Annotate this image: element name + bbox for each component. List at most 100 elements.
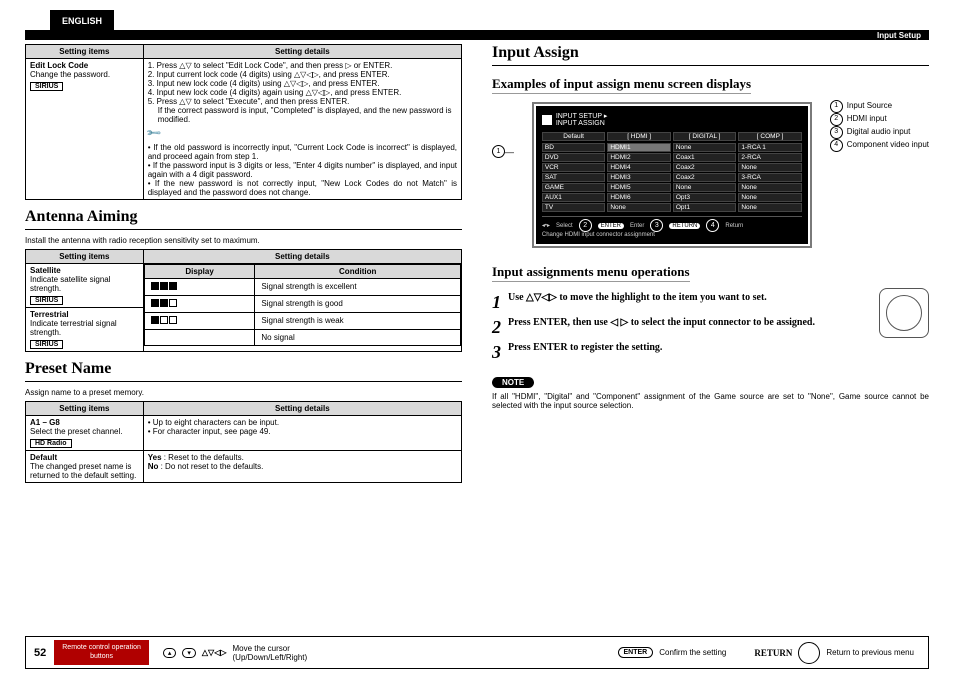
return-text: Return to previous menu [826, 648, 914, 657]
preset-r1: A1 – G8Select the preset channel.HD Radi… [26, 416, 144, 451]
top-bar: ENGLISH [25, 10, 929, 30]
osd-footer: ◂•▸Select2 ENTEREnter3 RETURN4Return [542, 216, 802, 232]
signal-bars-icon [151, 299, 177, 307]
osd-header-row: Default [ HDMI ] [ DIGITAL ] [ COMP ] [542, 131, 802, 142]
osd-cell: Opt1 [673, 203, 737, 212]
preset-r2-det: Yes : Reset to the defaults.No : Do not … [143, 451, 461, 483]
footer-bar: 52 Remote control operationbuttons ▴ ▾ △… [25, 636, 929, 669]
osd-cell: None [738, 183, 802, 192]
osd-cell: None [607, 203, 671, 212]
cond: Signal strength is excellent [255, 279, 461, 296]
antenna-table: Setting itemsSetting details SatelliteIn… [25, 249, 462, 352]
antenna-terr-cell: TerrestrialIndicate terrestrial signal s… [26, 308, 144, 352]
lock-item-cell: Edit Lock Code Change the password. SIRI… [26, 59, 144, 200]
osd-foot-lbl: Enter [630, 223, 644, 229]
header-bar: Input Setup [25, 30, 929, 40]
th: Display [144, 265, 255, 279]
osd-cell: VCR [542, 163, 606, 172]
edit-lock-table: Setting itemsSetting details Edit Lock C… [25, 44, 462, 200]
osd-cell: SAT [542, 173, 606, 182]
osd-breadcrumb: INPUT SETUP ▸ [556, 112, 608, 120]
preset-table: Setting itemsSetting details A1 – G8Sele… [25, 401, 462, 483]
antenna-heading: Antenna Aiming [25, 208, 462, 226]
legend-text: Component video input [847, 139, 929, 152]
return-button-icon [798, 642, 820, 664]
osd-cell: HDMI5 [607, 183, 671, 192]
osd-cell: DVD [542, 153, 606, 162]
preset-r2: DefaultThe changed preset name is return… [26, 451, 144, 483]
osd-head: Default [542, 132, 606, 141]
osd-cell: HDMI2 [607, 153, 671, 162]
sirius-badge: SIRIUS [30, 340, 63, 349]
osd-cell: HDMI6 [607, 193, 671, 202]
button-a-icon: ▴ [163, 648, 177, 658]
osd-cell: GAME [542, 183, 606, 192]
input-assign-heading: Input Assign [492, 44, 929, 62]
lock-details-cell: 1. Press △▽ to select "Edit Lock Code", … [143, 59, 461, 200]
footer-red-label: Remote control operationbuttons [54, 640, 149, 665]
osd-cell: TV [542, 203, 606, 212]
legend-num: 3 [830, 126, 843, 139]
osd-cell: None [738, 193, 802, 202]
operations-subheading: Input assignments menu operations [492, 264, 690, 282]
osd-head: [ DIGITAL ] [673, 132, 737, 141]
lock-bullet: • If the password input is 3 digits or l… [148, 161, 457, 179]
desc: Indicate terrestrial signal strength. [30, 319, 117, 337]
cond: No signal [255, 330, 461, 346]
step-text: Press ENTER, then use ◁ ▷ to select the … [508, 317, 861, 328]
osd-cell: Coax2 [673, 173, 737, 182]
osd-foot-lbl: Select [556, 223, 573, 229]
osd-icon [542, 115, 552, 125]
enter-button-icon: ENTER [618, 647, 654, 658]
opt-t: : Do not reset to the defaults. [158, 462, 263, 471]
antenna-intro: Install the antenna with radio reception… [25, 236, 462, 245]
preset-r1-det: • Up to eight characters can be input. •… [143, 416, 461, 451]
cond: Signal strength is good [255, 296, 461, 313]
remote-dpad-icon [879, 288, 929, 338]
preset-heading: Preset Name [25, 360, 462, 378]
th-details: Setting details [143, 45, 461, 59]
label: Satellite [30, 266, 61, 275]
lock-step: 2. Input current lock code (4 digits) us… [148, 70, 457, 79]
antenna-sat-cell: SatelliteIndicate satellite signal stren… [26, 264, 144, 308]
step-number: 1 [492, 292, 508, 313]
legend-text: Digital audio input [847, 126, 911, 139]
step-number: 3 [492, 342, 508, 363]
section-label: Input Setup [877, 31, 921, 40]
lock-step: 1. Press △▽ to select "Edit Lock Code", … [148, 61, 457, 70]
callout-2: 2 [579, 219, 592, 232]
preset-intro: Assign name to a preset memory. [25, 388, 462, 397]
lock-bullet: • If the new password is not correctly i… [148, 179, 457, 197]
osd-cell: Coax2 [673, 163, 737, 172]
opt: No [148, 462, 159, 471]
th: Setting details [143, 402, 461, 416]
callout-3: 3 [650, 219, 663, 232]
return-label: RETURN [754, 648, 792, 658]
desc: Indicate satellite signal strength. [30, 275, 111, 293]
sirius-badge: SIRIUS [30, 296, 63, 305]
lock-bullet: • If the old password is incorrectly inp… [148, 143, 457, 161]
step-number: 2 [492, 317, 508, 338]
opt-t: : Reset to the defaults. [162, 453, 244, 462]
osd-cell: HDMI3 [607, 173, 671, 182]
arrows-icon: △▽◁▷ [202, 648, 227, 657]
wrench-icon: 🔧 [146, 125, 163, 142]
callout-4: 4 [706, 219, 719, 232]
note-label: NOTE [492, 377, 534, 388]
osd-screen: INPUT SETUP ▸ INPUT ASSIGN Default [ HDM… [534, 104, 810, 246]
osd-cell: 3-RCA [738, 173, 802, 182]
legend-num: 2 [830, 113, 843, 126]
button-v-icon: ▾ [182, 648, 196, 658]
th: Setting items [26, 402, 144, 416]
osd-cell: None [738, 203, 802, 212]
osd-foot-help: Change HDMI input connector assignment [542, 232, 802, 238]
lock-item-title: Edit Lock Code [30, 61, 88, 70]
osd-cell: 2-RCA [738, 153, 802, 162]
label: A1 – G8 [30, 418, 60, 427]
signal-bars-icon [151, 316, 177, 324]
step-text: Press ENTER to register the setting. [508, 342, 861, 353]
right-column: Input Assign Examples of input assign me… [492, 44, 929, 483]
lock-step: 4. Input new lock code (4 digits) again … [148, 88, 457, 97]
left-column: Setting itemsSetting details Edit Lock C… [25, 44, 462, 483]
desc: Select the preset channel. [30, 427, 123, 436]
